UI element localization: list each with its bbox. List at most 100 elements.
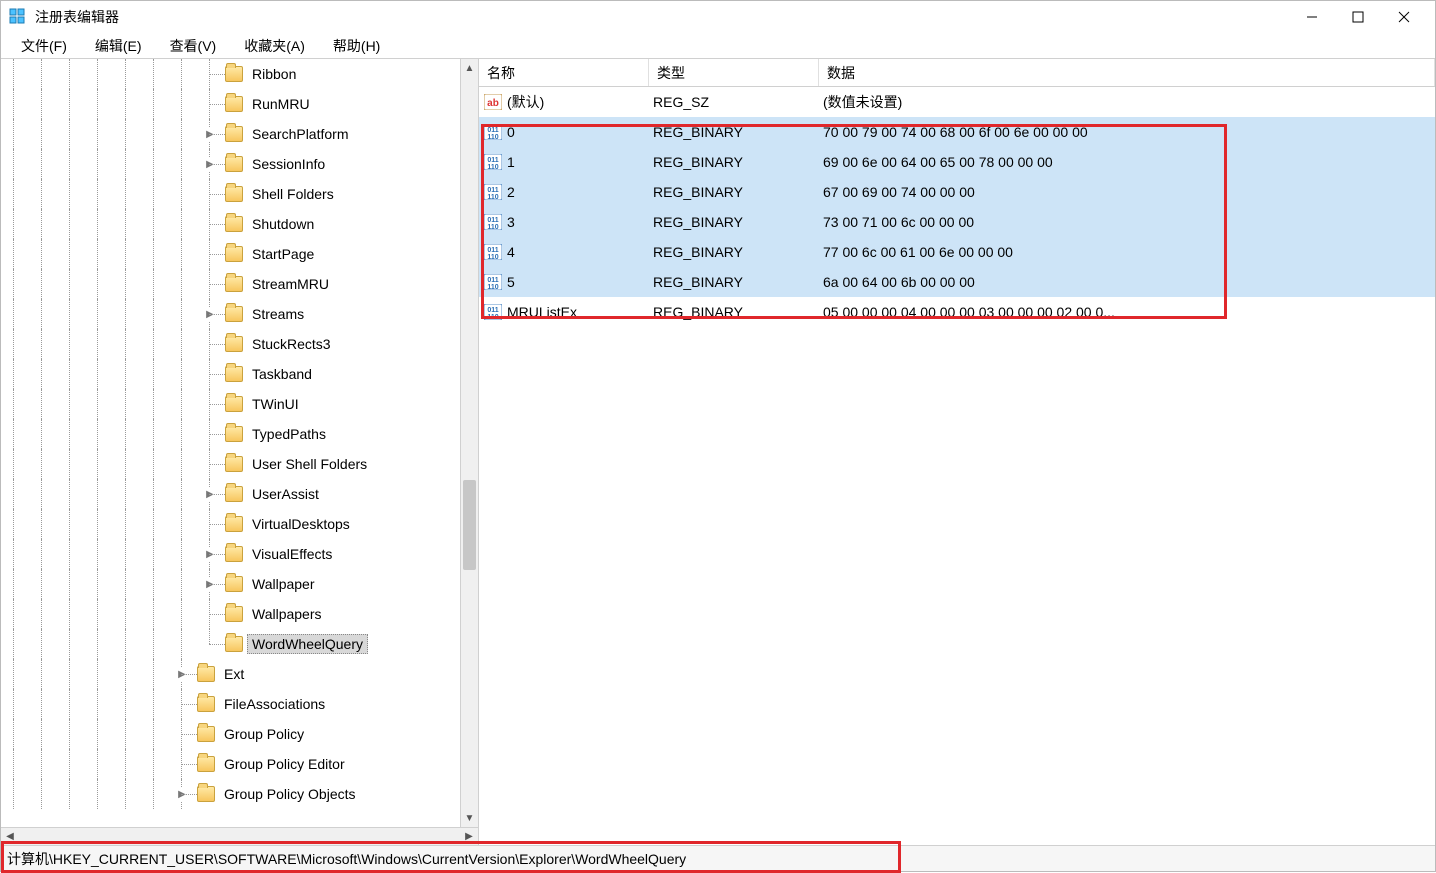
tree-node[interactable]: User Shell Folders — [1, 449, 478, 479]
value-name: 0 — [507, 124, 653, 140]
folder-icon — [225, 306, 243, 322]
scroll-left-arrow-icon[interactable]: ◀ — [1, 829, 19, 845]
tree-node-label: RunMRU — [247, 94, 315, 114]
value-name: MRUListEx — [507, 304, 653, 320]
tree-node[interactable]: Taskband — [1, 359, 478, 389]
binary-value-icon — [483, 243, 503, 261]
column-header-type[interactable]: 类型 — [649, 59, 819, 86]
scroll-down-arrow-icon[interactable]: ▼ — [461, 809, 478, 827]
tree-node[interactable]: VirtualDesktops — [1, 509, 478, 539]
path-bar[interactable]: 计算机\HKEY_CURRENT_USER\SOFTWARE\Microsoft… — [1, 845, 1435, 871]
scroll-up-arrow-icon[interactable]: ▲ — [461, 59, 478, 77]
scroll-track[interactable] — [461, 77, 478, 809]
tree-node[interactable]: Shutdown — [1, 209, 478, 239]
scroll-right-arrow-icon[interactable]: ▶ — [460, 829, 478, 845]
expand-icon[interactable] — [203, 487, 217, 501]
scroll-thumb[interactable] — [463, 480, 476, 570]
folder-icon — [225, 186, 243, 202]
tree-node[interactable]: VisualEffects — [1, 539, 478, 569]
tree-node-label: Streams — [247, 304, 309, 324]
menu-file[interactable]: 文件(F) — [7, 34, 81, 58]
expand-icon[interactable] — [203, 127, 217, 141]
value-list[interactable]: (默认)REG_SZ(数值未设置)0REG_BINARY70 00 79 00 … — [479, 87, 1435, 845]
value-name: 2 — [507, 184, 653, 200]
folder-icon — [225, 396, 243, 412]
menu-favorites[interactable]: 收藏夹(A) — [230, 34, 319, 58]
folder-icon — [225, 516, 243, 532]
menu-edit[interactable]: 编辑(E) — [81, 34, 156, 58]
tree-node-label: FileAssociations — [219, 694, 330, 714]
tree-node[interactable]: Wallpapers — [1, 599, 478, 629]
tree-node-label: Wallpapers — [247, 604, 327, 624]
tree-node[interactable]: Group Policy — [1, 719, 478, 749]
binary-value-icon — [483, 123, 503, 141]
value-row[interactable]: 3REG_BINARY73 00 71 00 6c 00 00 00 — [479, 207, 1435, 237]
value-row[interactable]: (默认)REG_SZ(数值未设置) — [479, 87, 1435, 117]
tree-node-label: WordWheelQuery — [247, 634, 368, 654]
expand-icon[interactable] — [203, 157, 217, 171]
tree-node[interactable]: TypedPaths — [1, 419, 478, 449]
tree-node-label: Wallpaper — [247, 574, 320, 594]
tree-node-label: UserAssist — [247, 484, 324, 504]
tree-node[interactable]: FileAssociations — [1, 689, 478, 719]
value-name: 1 — [507, 154, 653, 170]
tree-node[interactable]: StuckRects3 — [1, 329, 478, 359]
folder-icon — [225, 576, 243, 592]
folder-icon — [225, 456, 243, 472]
value-row[interactable]: 1REG_BINARY69 00 6e 00 64 00 65 00 78 00… — [479, 147, 1435, 177]
value-type: REG_BINARY — [653, 124, 823, 140]
tree-node[interactable]: StartPage — [1, 239, 478, 269]
scroll-track[interactable] — [19, 829, 460, 845]
tree-node[interactable]: TWinUI — [1, 389, 478, 419]
menu-help[interactable]: 帮助(H) — [319, 34, 394, 58]
tree-horizontal-scrollbar[interactable]: ◀ ▶ — [1, 827, 478, 845]
value-row[interactable]: MRUListExREG_BINARY05 00 00 00 04 00 00 … — [479, 297, 1435, 327]
tree-node-label: StreamMRU — [247, 274, 334, 294]
tree-node[interactable]: Ribbon — [1, 59, 478, 89]
close-button[interactable] — [1381, 2, 1427, 32]
folder-icon — [225, 336, 243, 352]
tree-node-label: StuckRects3 — [247, 334, 336, 354]
minimize-button[interactable] — [1289, 2, 1335, 32]
folder-icon — [225, 636, 243, 652]
column-header-data[interactable]: 数据 — [819, 59, 1435, 86]
value-row[interactable]: 4REG_BINARY77 00 6c 00 61 00 6e 00 00 00 — [479, 237, 1435, 267]
tree-node[interactable]: SessionInfo — [1, 149, 478, 179]
tree-node[interactable]: SearchPlatform — [1, 119, 478, 149]
expand-icon[interactable] — [203, 307, 217, 321]
tree-node-label: Group Policy Editor — [219, 754, 350, 774]
tree-vertical-scrollbar[interactable]: ▲ ▼ — [460, 59, 478, 827]
expand-icon[interactable] — [175, 787, 189, 801]
registry-tree[interactable]: Ribbon RunMRU SearchPlatformSessionInfoShe… — [1, 59, 478, 827]
expand-icon[interactable] — [203, 547, 217, 561]
value-row[interactable]: 0REG_BINARY70 00 79 00 74 00 68 00 6f 00… — [479, 117, 1435, 147]
folder-icon — [225, 156, 243, 172]
value-type: REG_BINARY — [653, 214, 823, 230]
tree-node-label: StartPage — [247, 244, 319, 264]
app-window: 注册表编辑器 文件(F) 编辑(E) 查看(V) 收藏夹(A) 帮助(H) Ri… — [0, 0, 1436, 872]
expand-icon[interactable] — [203, 577, 217, 591]
tree-node[interactable]: Ext — [1, 659, 478, 689]
tree-node[interactable]: Shell Folders — [1, 179, 478, 209]
tree-node[interactable]: Wallpaper — [1, 569, 478, 599]
value-row[interactable]: 5REG_BINARY6a 00 64 00 6b 00 00 00 — [479, 267, 1435, 297]
menu-view[interactable]: 查看(V) — [156, 34, 231, 58]
value-data: 69 00 6e 00 64 00 65 00 78 00 00 00 — [823, 154, 1435, 170]
value-row[interactable]: 2REG_BINARY67 00 69 00 74 00 00 00 — [479, 177, 1435, 207]
tree-node[interactable]: Streams — [1, 299, 478, 329]
folder-icon — [225, 126, 243, 142]
tree-node[interactable]: RunMRU — [1, 89, 478, 119]
tree-node[interactable]: Group Policy Objects — [1, 779, 478, 809]
value-data: 05 00 00 00 04 00 00 00 03 00 00 00 02 0… — [823, 304, 1435, 320]
value-type: REG_SZ — [653, 94, 823, 110]
column-header-name[interactable]: 名称 — [479, 59, 649, 86]
tree-node[interactable]: Group Policy Editor — [1, 749, 478, 779]
maximize-button[interactable] — [1335, 2, 1381, 32]
tree-node[interactable]: StreamMRU — [1, 269, 478, 299]
tree-node[interactable]: UserAssist — [1, 479, 478, 509]
folder-icon — [225, 66, 243, 82]
tree-node[interactable]: WordWheelQuery — [1, 629, 478, 659]
expand-icon[interactable] — [175, 667, 189, 681]
binary-value-icon — [483, 213, 503, 231]
binary-value-icon — [483, 153, 503, 171]
